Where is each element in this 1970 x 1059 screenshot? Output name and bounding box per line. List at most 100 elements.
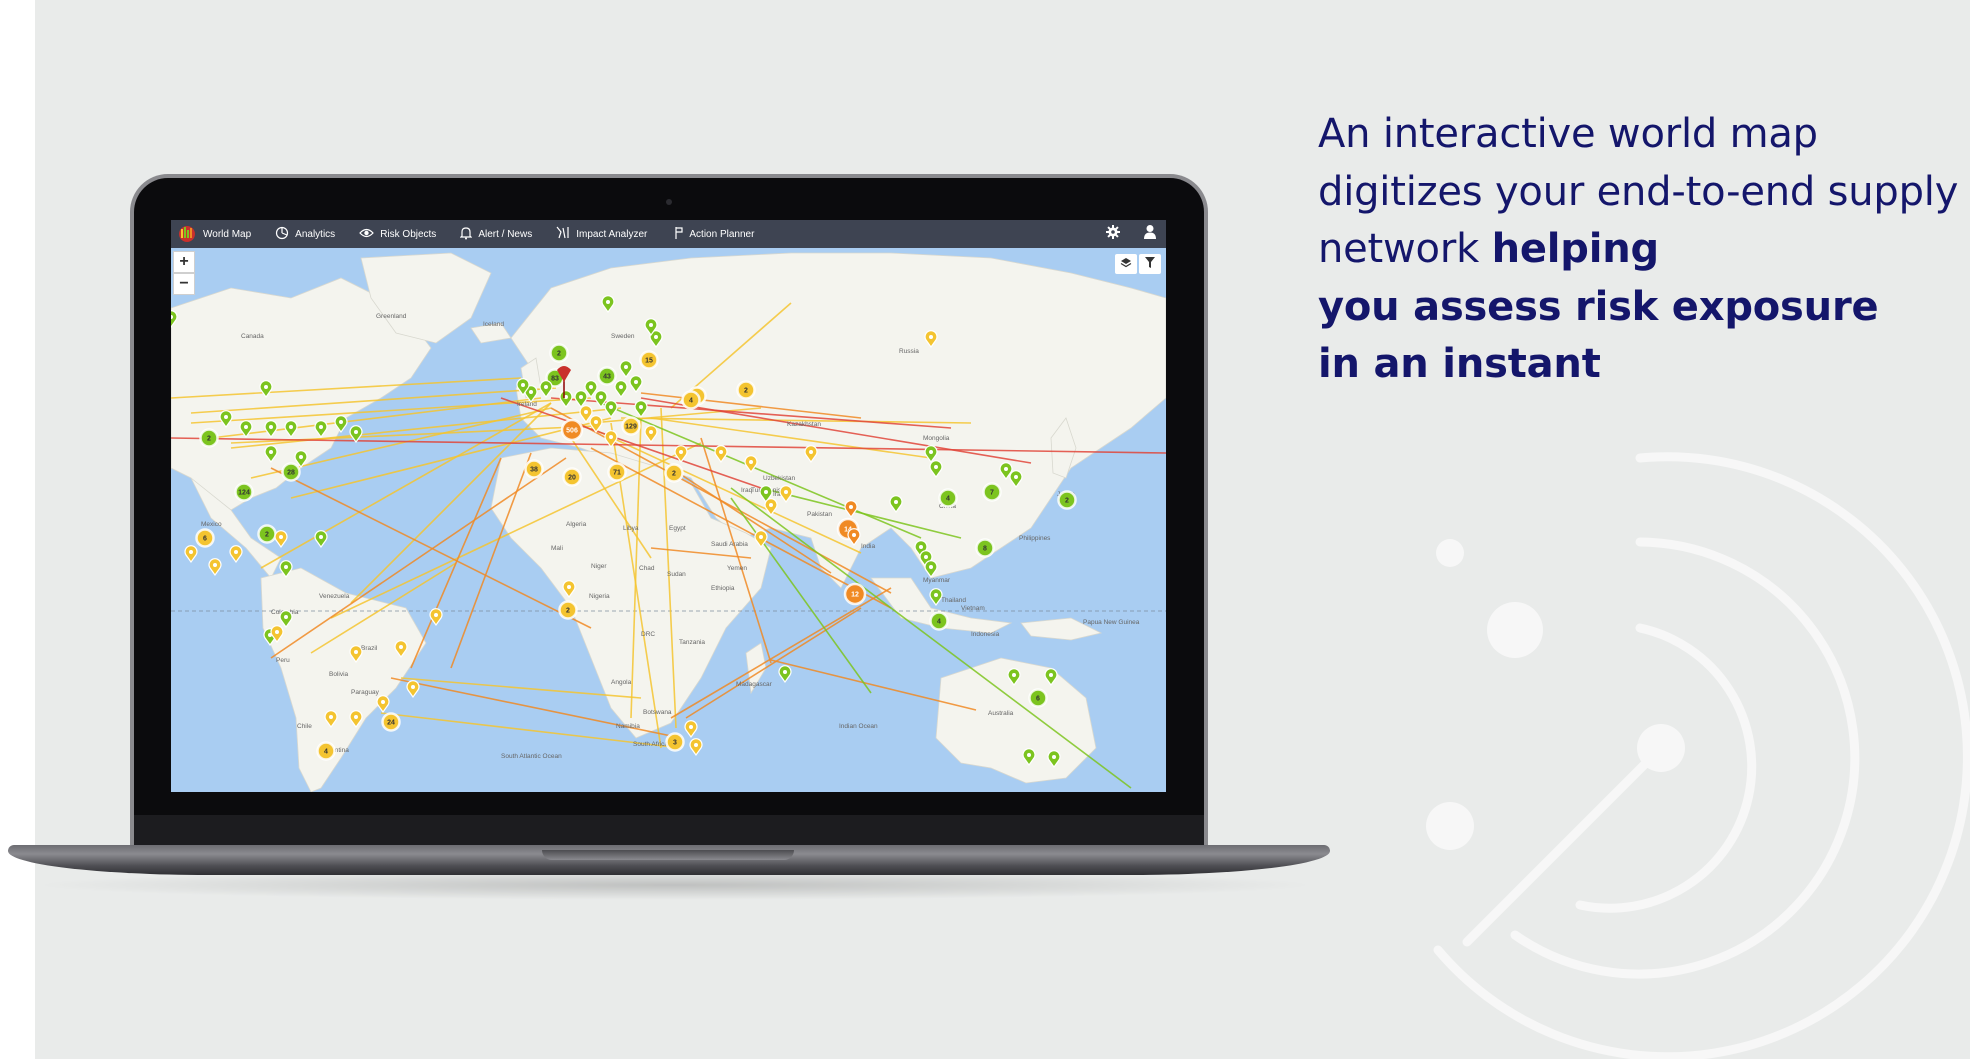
nav-alert-news[interactable]: Alert / News [459, 220, 533, 248]
place-label: Venezuela [319, 593, 350, 600]
cluster-count: 4 [946, 496, 950, 503]
location-pin-dot [849, 505, 853, 509]
nav-label: Action Planner [689, 228, 755, 240]
headline: An interactive world map digitizes your … [1318, 106, 1970, 394]
place-label: Russia [899, 348, 919, 355]
place-label: Iceland [483, 321, 504, 328]
nav-label: World Map [203, 228, 252, 240]
nav-label: Analytics [295, 228, 336, 240]
location-pin-dot [1004, 467, 1008, 471]
nav-label: Risk Objects [380, 228, 437, 240]
place-label: Namibia [616, 723, 640, 730]
location-pin-dot [529, 390, 533, 394]
location-pin-dot [319, 425, 323, 429]
location-pin-dot [567, 585, 571, 589]
top-nav-bar: World Map Analytics Risk Objects Alert /… [171, 220, 1166, 248]
location-pin-dot [769, 503, 773, 507]
location-pin-dot [234, 550, 238, 554]
cluster-count: 2 [207, 436, 211, 443]
place-label: Tanzania [679, 639, 705, 646]
location-pin-dot [354, 430, 358, 434]
headline-line-3-bold: helping [1491, 226, 1660, 272]
location-pin-dot [319, 535, 323, 539]
place-label: Kazakhstan [787, 421, 821, 428]
location-pin-dot [924, 555, 928, 559]
location-pin-dot [606, 300, 610, 304]
filter-button[interactable] [1139, 254, 1161, 274]
place-label: Indian Ocean [839, 723, 878, 730]
location-pin-dot [1027, 753, 1031, 757]
place-label: Mongolia [923, 435, 950, 442]
cluster-count: 20 [568, 475, 576, 482]
place-label: Myanmar [923, 577, 951, 584]
location-pin-dot [654, 335, 658, 339]
place-label: Algeria [566, 521, 587, 528]
nav-analytics[interactable]: Analytics [275, 220, 335, 248]
location-pin-dot [783, 670, 787, 674]
cluster-count: 43 [603, 374, 611, 381]
location-pin-dot [934, 593, 938, 597]
zoom-out-button[interactable]: − [173, 273, 195, 295]
nav-risk-objects[interactable]: Risk Objects [359, 220, 436, 248]
place-label: Papua New Guinea [1083, 619, 1140, 626]
eye-icon [359, 227, 380, 242]
nav-impact-analyzer[interactable]: Impact Analyzer [556, 220, 647, 248]
zoom-in-button[interactable]: + [173, 251, 195, 273]
place-label: Mali [551, 545, 563, 552]
cluster-count: 4 [937, 619, 941, 626]
cluster-count: 24 [387, 720, 395, 727]
location-pin-dot [329, 715, 333, 719]
location-pin-dot [289, 425, 293, 429]
location-pin-dot [689, 725, 693, 729]
location-pin-dot [544, 385, 548, 389]
place-label: Australia [988, 710, 1014, 717]
user-button[interactable] [1143, 220, 1157, 248]
nav-action-planner[interactable]: Action Planner [671, 220, 754, 248]
place-label: Madagascar [736, 681, 773, 688]
location-pin-dot [694, 743, 698, 747]
impact-analyzer-icon [556, 226, 576, 242]
cluster-count: 71 [613, 470, 621, 477]
location-pin-dot [1052, 755, 1056, 759]
cluster-count: 2 [744, 388, 748, 395]
headline-line-4: you assess risk exposure [1318, 283, 1879, 330]
nav-world-map[interactable]: World Map [177, 220, 251, 248]
headline-line-3: network helping [1318, 221, 1970, 279]
location-pin-dot [213, 563, 217, 567]
signpost-icon [671, 226, 689, 243]
place-label: Mexico [201, 521, 222, 528]
place-label: Thailand [941, 597, 966, 604]
location-pin-dot [354, 715, 358, 719]
cluster-count: 2 [557, 351, 561, 358]
location-pin-dot [929, 565, 933, 569]
cluster-count: 506 [566, 428, 578, 435]
place-label: Egypt [669, 525, 686, 532]
place-label: Canada [241, 333, 264, 340]
location-pin-dot [1049, 673, 1053, 677]
nav-label: Alert / News [478, 228, 533, 240]
location-pin-dot [634, 380, 638, 384]
cluster-count: 7 [990, 490, 994, 497]
location-pin-dot [434, 613, 438, 617]
cluster-count: 6 [203, 536, 207, 543]
layers-button[interactable] [1115, 254, 1137, 274]
location-pin-dot [399, 645, 403, 649]
location-pin-dot [649, 430, 653, 434]
camera-dot [666, 199, 672, 205]
location-pin-dot [809, 450, 813, 454]
place-label: Nigeria [589, 593, 610, 600]
headline-line-1: An interactive world map [1318, 111, 1818, 157]
headline-line-5: in an instant [1318, 341, 1601, 387]
location-pin-dot [624, 365, 628, 369]
cluster-count: 38 [530, 467, 538, 474]
cluster-count: 2 [672, 471, 676, 478]
place-label: Saudi Arabia [711, 541, 748, 548]
place-label: Ethiopia [711, 585, 735, 592]
location-pin-dot [589, 385, 593, 389]
settings-button[interactable] [1105, 220, 1121, 248]
location-pin-dot [299, 455, 303, 459]
place-label: Sweden [611, 333, 635, 340]
world-map[interactable]: Greenland Iceland Sweden Russia Kazakhst… [171, 248, 1166, 792]
location-pin-dot [719, 450, 723, 454]
place-label: Botswana [643, 709, 672, 716]
